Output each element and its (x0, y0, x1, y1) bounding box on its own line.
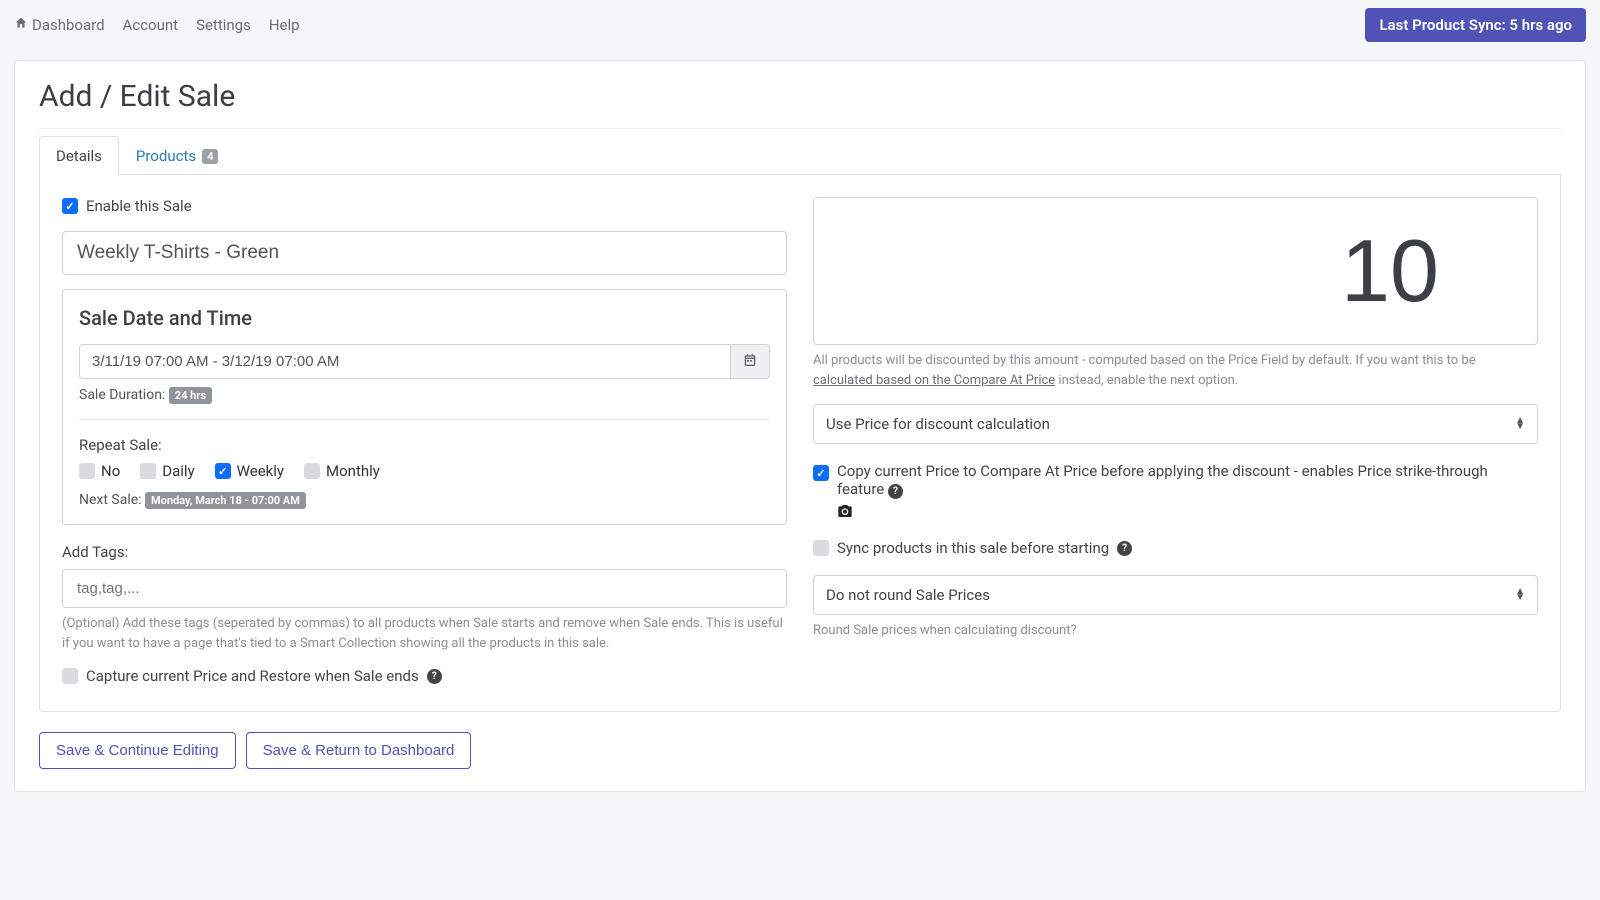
discount-field: % (813, 197, 1538, 345)
date-card: Sale Date and Time Sale Duration: 24 hrs… (62, 289, 787, 525)
right-column: % All products will be discounted by thi… (813, 197, 1538, 701)
capture-price-label: Capture current Price and Restore when S… (86, 667, 419, 685)
help-icon[interactable]: ? (427, 669, 442, 684)
calendar-icon (743, 353, 757, 371)
chevron-updown-icon: ▲▼ (1515, 418, 1525, 430)
enable-sale-label: Enable this Sale (86, 197, 192, 215)
price-mode-select[interactable]: Use Price for discount calculation ▲▼ (813, 404, 1538, 444)
repeat-daily[interactable]: Daily (140, 462, 194, 480)
nav-dashboard[interactable]: Dashboard (14, 16, 105, 34)
enable-sale-checkbox[interactable] (62, 198, 78, 214)
repeat-monthly-checkbox[interactable] (304, 463, 320, 479)
date-range-group (79, 344, 770, 379)
nav-settings[interactable]: Settings (196, 16, 251, 34)
repeat-daily-checkbox[interactable] (140, 463, 156, 479)
next-sale-value: Monday, March 18 - 07:00 AM (145, 492, 306, 509)
discount-amount-input[interactable] (814, 198, 1538, 344)
help-icon[interactable]: ? (1117, 541, 1132, 556)
nav-dashboard-label: Dashboard (32, 16, 105, 34)
tags-label: Add Tags: (62, 543, 787, 561)
chevron-updown-icon: ▲▼ (1515, 589, 1525, 601)
next-sale-label: Next Sale: (79, 492, 142, 508)
tabs: Details Products 4 (39, 135, 1561, 175)
sale-duration-label: Sale Duration: (79, 387, 165, 403)
copy-compare-checkbox[interactable] (813, 465, 829, 481)
sync-products-label: Sync products in this sale before starti… (837, 539, 1109, 557)
repeat-label: Repeat Sale: (79, 436, 770, 454)
nav-account[interactable]: Account (123, 16, 179, 34)
compare-at-link[interactable]: calculated based on the Compare At Price (813, 373, 1055, 388)
round-help: Round Sale prices when calculating disco… (813, 621, 1538, 641)
save-continue-button[interactable]: Save & Continue Editing (39, 732, 236, 769)
round-selected: Do not round Sale Prices (826, 586, 990, 604)
divider (39, 128, 1561, 129)
date-range-input[interactable] (79, 344, 730, 379)
divider (79, 419, 770, 420)
repeat-monthly-label: Monthly (326, 462, 380, 480)
camera-icon (837, 503, 853, 523)
main-panel: Add / Edit Sale Details Products 4 Enabl… (14, 60, 1586, 792)
enable-sale-row: Enable this Sale (62, 197, 787, 215)
topbar: Dashboard Account Settings Help Last Pro… (0, 0, 1600, 50)
tab-content: Enable this Sale Sale Date and Time Sale… (39, 175, 1561, 712)
repeat-weekly-checkbox[interactable] (215, 463, 231, 479)
discount-help-post: instead, enable the next option. (1055, 373, 1238, 388)
action-buttons: Save & Continue Editing Save & Return to… (39, 732, 1561, 769)
round-select[interactable]: Do not round Sale Prices ▲▼ (813, 575, 1538, 615)
next-sale-row: Next Sale: Monday, March 18 - 07:00 AM (79, 492, 770, 508)
save-return-button[interactable]: Save & Return to Dashboard (246, 732, 472, 769)
discount-help-pre: All products will be discounted by this … (813, 353, 1476, 368)
products-count-badge: 4 (202, 149, 218, 164)
date-card-title: Sale Date and Time (79, 306, 770, 330)
date-picker-button[interactable] (730, 344, 770, 379)
tab-details[interactable]: Details (39, 136, 119, 175)
home-icon (14, 16, 28, 34)
repeat-no-checkbox[interactable] (79, 463, 95, 479)
sync-products-checkbox[interactable] (813, 540, 829, 556)
repeat-daily-label: Daily (162, 462, 194, 480)
tags-help: (Optional) Add these tags (seperated by … (62, 614, 787, 653)
page-title: Add / Edit Sale (39, 79, 1561, 114)
sale-duration-value: 24 hrs (169, 387, 212, 404)
repeat-options: No Daily Weekly Monthly (79, 462, 770, 480)
sale-name-input[interactable] (62, 231, 787, 275)
repeat-weekly[interactable]: Weekly (215, 462, 284, 480)
help-icon[interactable]: ? (888, 484, 903, 499)
sync-products-row: Sync products in this sale before starti… (813, 539, 1538, 557)
topnav: Dashboard Account Settings Help (14, 16, 300, 34)
repeat-no-label: No (101, 462, 120, 480)
tags-input[interactable] (62, 569, 787, 608)
capture-price-row: Capture current Price and Restore when S… (62, 667, 787, 685)
tab-details-label: Details (56, 147, 102, 165)
copy-compare-row: Copy current Price to Compare At Price b… (813, 462, 1538, 523)
tab-products[interactable]: Products 4 (119, 136, 236, 175)
tab-products-label: Products (136, 147, 196, 165)
copy-compare-label-wrap: Copy current Price to Compare At Price b… (837, 462, 1538, 523)
nav-help[interactable]: Help (269, 16, 300, 34)
left-column: Enable this Sale Sale Date and Time Sale… (62, 197, 787, 701)
repeat-monthly[interactable]: Monthly (304, 462, 380, 480)
sync-status-badge[interactable]: Last Product Sync: 5 hrs ago (1365, 8, 1586, 42)
discount-help: All products will be discounted by this … (813, 351, 1538, 390)
copy-compare-label: Copy current Price to Compare At Price b… (837, 462, 1488, 498)
price-mode-selected: Use Price for discount calculation (826, 415, 1050, 433)
sale-duration-row: Sale Duration: 24 hrs (79, 387, 770, 403)
repeat-weekly-label: Weekly (237, 462, 284, 480)
capture-price-checkbox[interactable] (62, 668, 78, 684)
repeat-no[interactable]: No (79, 462, 120, 480)
